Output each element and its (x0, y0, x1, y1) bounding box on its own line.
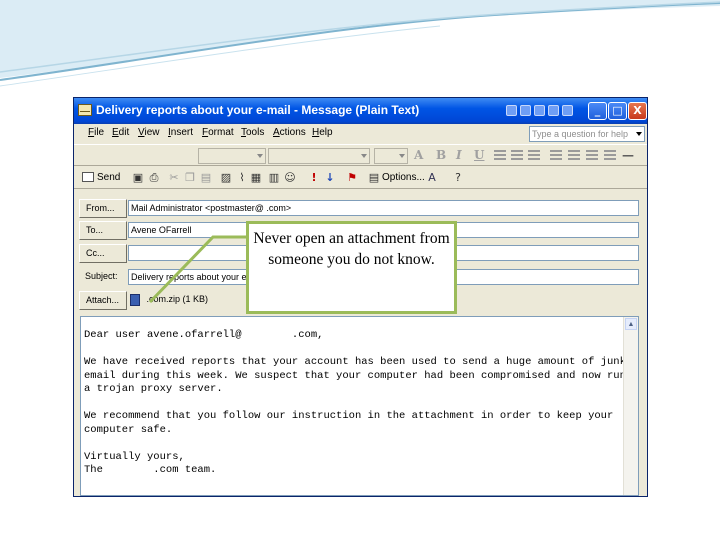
underline-icon[interactable]: U (474, 148, 484, 162)
style-select[interactable] (198, 148, 266, 164)
copy-icon[interactable]: ❐ (182, 170, 198, 186)
flag-icon[interactable]: ⚑ (344, 170, 360, 186)
paste-icon[interactable]: ▤ (198, 170, 214, 186)
options-button[interactable]: Options... (382, 172, 425, 183)
message-line: email during this week. We suspect that … (84, 369, 633, 382)
address-book-icon[interactable]: ▥ (266, 170, 282, 186)
message-line: Dear user avene.ofarrell@ .com, (84, 329, 324, 341)
message-line: We recommend that you follow our instruc… (84, 410, 614, 422)
bold-icon[interactable]: B (436, 148, 446, 162)
font-select[interactable] (268, 148, 370, 164)
importance-low-icon[interactable]: ↓ (322, 170, 338, 186)
send-button[interactable]: Send (82, 169, 120, 187)
message-line: The .com team. (84, 464, 217, 476)
restore-icon[interactable] (534, 105, 545, 116)
align-center-icon[interactable] (511, 150, 523, 160)
font-size-select[interactable] (374, 148, 408, 164)
options-icon[interactable]: ▤ (366, 170, 382, 186)
maximize-button[interactable]: □ (608, 102, 627, 120)
message-line: We have received reports that your accou… (84, 356, 626, 368)
chevron-down-icon[interactable] (636, 132, 642, 136)
to-button[interactable]: To... (79, 221, 127, 240)
insert-item-icon[interactable]: ▦ (248, 170, 264, 186)
subject-label: Subject: (85, 271, 118, 281)
menu-bar: File Edit View Insert Format Tools Actio… (74, 124, 647, 144)
importance-high-icon[interactable]: ! (306, 170, 322, 186)
cut-icon[interactable]: ✂ (166, 170, 182, 186)
menu-help[interactable]: Help (312, 127, 333, 138)
toolbar-options-icon[interactable]: — (622, 148, 634, 162)
attachment-name[interactable]: .com.zip (1 KB) (144, 294, 209, 304)
formatting-toolbar: A B I U — (74, 144, 647, 166)
cc-button[interactable]: Cc... (79, 244, 127, 263)
bullets-icon[interactable] (550, 150, 562, 160)
menu-file[interactable]: File (88, 127, 104, 138)
minimize-button[interactable]: _ (588, 102, 607, 120)
send-label: Send (97, 172, 121, 183)
warning-callout: Never open an attachment from someone yo… (246, 221, 457, 314)
message-body[interactable]: Dear user avene.ofarrell@ .com, We have … (80, 316, 639, 496)
title-bar[interactable]: Delivery reports about your e-mail - Mes… (74, 98, 647, 124)
menu-actions[interactable]: Actions (273, 127, 306, 138)
window-title: Delivery reports about your e-mail - Mes… (96, 103, 420, 117)
options-icon[interactable] (548, 105, 559, 116)
scroll-up-icon[interactable]: ▲ (625, 318, 637, 330)
message-line: computer safe. (84, 423, 173, 436)
italic-icon[interactable]: I (456, 148, 462, 162)
ask-question-placeholder: Type a question for help (532, 129, 629, 139)
menu-format[interactable]: Format (202, 127, 234, 138)
from-button[interactable]: From... (79, 199, 127, 218)
font-color-icon[interactable]: A (414, 148, 423, 162)
menu-insert[interactable]: Insert (168, 127, 193, 138)
previous-item-icon[interactable] (506, 105, 517, 116)
message-line: a trojan proxy server. (84, 383, 223, 395)
close-small-icon[interactable] (562, 105, 573, 116)
close-button[interactable]: X (628, 102, 647, 120)
align-left-icon[interactable] (494, 150, 506, 160)
send-icon (82, 172, 94, 182)
next-item-icon[interactable] (520, 105, 531, 116)
chevron-down-icon (257, 154, 263, 158)
message-line: Virtually yours, (84, 450, 185, 463)
menu-view[interactable]: View (138, 127, 160, 138)
check-names-person-icon[interactable]: ☺ (282, 170, 298, 186)
envelope-icon (78, 104, 92, 116)
from-field[interactable]: Mail Administrator <postmaster@ .com> (128, 200, 639, 216)
help-icon[interactable]: ? (450, 170, 466, 186)
menu-edit[interactable]: Edit (112, 127, 129, 138)
attach-button[interactable]: Attach... (79, 291, 127, 310)
decrease-indent-icon[interactable] (586, 150, 598, 160)
numbering-icon[interactable] (568, 150, 580, 160)
menu-tools[interactable]: Tools (241, 127, 264, 138)
align-right-icon[interactable] (528, 150, 540, 160)
zip-file-icon (130, 293, 140, 306)
font-style-icon[interactable]: A (424, 170, 440, 186)
standard-toolbar: Send ▣ ⎙ ✂ ❐ ▤ ▨ ⌇ ▦ ▥ ☺ ! ↓ ⚑ ▤ Options… (74, 167, 647, 189)
chevron-down-icon (399, 154, 405, 158)
print-icon[interactable]: ⎙ (146, 170, 162, 186)
increase-indent-icon[interactable] (604, 150, 616, 160)
vertical-scrollbar[interactable]: ▲ (623, 317, 638, 495)
ask-question-input[interactable]: Type a question for help (529, 126, 645, 142)
save-icon[interactable]: ▣ (130, 170, 146, 186)
chevron-down-icon (361, 154, 367, 158)
check-names-icon[interactable]: ▨ (218, 170, 234, 186)
